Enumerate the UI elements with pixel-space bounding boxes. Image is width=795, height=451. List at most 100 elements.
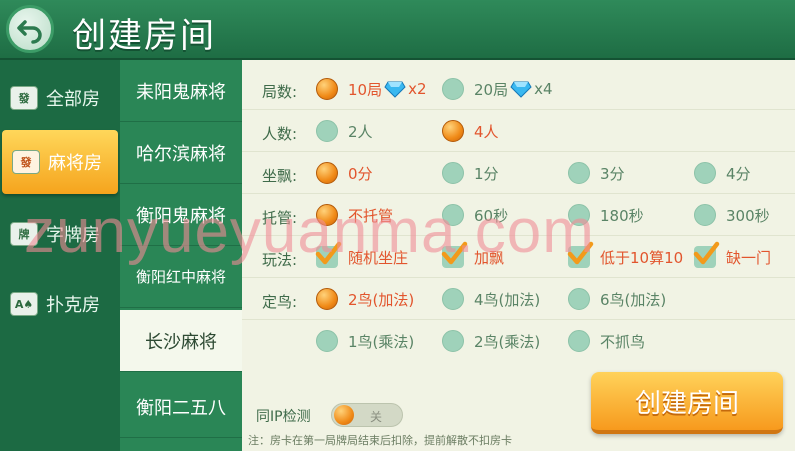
category-label: 全部房 xyxy=(46,89,100,110)
category-label: 字牌房 xyxy=(46,225,100,246)
row-label: 玩法: xyxy=(262,251,298,269)
footnote: 注：房卡在第一局牌局结束后扣除，提前解散不扣房卡 xyxy=(248,434,512,447)
option-label: 6鸟(加法) xyxy=(600,290,667,309)
category-poker[interactable]: A♠ 扑克房 xyxy=(0,272,120,336)
radio-unselected[interactable] xyxy=(568,288,590,310)
radio-selected[interactable] xyxy=(316,162,338,184)
game-item[interactable]: 哈尔滨麻将 xyxy=(120,122,242,184)
birds-option-2-mul[interactable]: 2鸟(乘法) xyxy=(442,330,540,352)
radio-unselected[interactable] xyxy=(568,204,590,226)
game-list: 耒阳鬼麻将 哈尔滨麻将 衡阳鬼麻将 衡阳红中麻将 长沙麻将 衡阳二五八 xyxy=(120,60,242,451)
option-label: 1鸟(乘法) xyxy=(348,332,415,351)
option-label: 随机坐庄 xyxy=(348,248,409,267)
piao-option-1[interactable]: 1分 xyxy=(442,162,499,184)
checkbox-checked[interactable] xyxy=(567,241,594,268)
rounds-row: 局数: 10局 x2 20局 x4 xyxy=(242,70,795,110)
option-label: 2人 xyxy=(348,122,373,141)
back-button[interactable] xyxy=(6,5,54,53)
players-option-4[interactable]: 4人 xyxy=(442,120,499,142)
radio-unselected[interactable] xyxy=(442,162,464,184)
radio-selected[interactable] xyxy=(316,78,338,100)
option-label: 3分 xyxy=(600,164,625,183)
piao-option-0[interactable]: 0分 xyxy=(316,162,373,184)
birds-option-6-add[interactable]: 6鸟(加法) xyxy=(568,288,666,310)
players-option-2[interactable]: 2人 xyxy=(316,120,373,142)
category-all[interactable]: 發 全部房 xyxy=(0,66,120,130)
piao-option-4[interactable]: 4分 xyxy=(694,162,751,184)
rule-random-banker[interactable]: 随机坐庄 xyxy=(315,241,409,268)
rule-min-ten[interactable]: 低于10算10 xyxy=(567,241,684,268)
option-label: 加飘 xyxy=(474,248,505,267)
piao-row: 坐飘: 0分 1分 3分 4分 xyxy=(242,154,795,194)
game-item-selected[interactable]: 长沙麻将 xyxy=(120,310,242,372)
option-label: 低于10算10 xyxy=(600,248,684,267)
page-title: 创建房间 xyxy=(72,16,216,56)
row-label: 定鸟: xyxy=(262,293,298,311)
birds-option-4-add[interactable]: 4鸟(加法) xyxy=(442,288,540,310)
option-label: 4鸟(加法) xyxy=(474,290,541,309)
radio-selected[interactable] xyxy=(316,288,338,310)
checkbox-checked[interactable] xyxy=(315,241,342,268)
option-label: 60秒 xyxy=(474,206,509,225)
radio-unselected[interactable] xyxy=(442,330,464,352)
radio-unselected[interactable] xyxy=(442,204,464,226)
diamond-icon xyxy=(384,81,406,98)
option-label: 20局 xyxy=(474,80,509,99)
row-label: 人数: xyxy=(262,125,298,143)
checkbox-checked[interactable] xyxy=(441,241,468,268)
game-item[interactable]: 耒阳鬼麻将 xyxy=(120,60,242,122)
category-label: 扑克房 xyxy=(46,295,100,316)
piao-option-3[interactable]: 3分 xyxy=(568,162,625,184)
option-label: 2鸟(乘法) xyxy=(474,332,541,351)
radio-unselected[interactable] xyxy=(568,162,590,184)
game-item[interactable]: 衡阳鬼麻将 xyxy=(120,184,242,246)
category-zipai[interactable]: 牌 字牌房 xyxy=(0,202,120,266)
radio-unselected[interactable] xyxy=(442,78,464,100)
game-item[interactable]: 衡阳红中麻将 xyxy=(120,246,242,308)
rounds-option-20[interactable]: 20局 x4 xyxy=(442,78,553,100)
option-label: 2鸟(加法) xyxy=(348,290,415,309)
radio-unselected[interactable] xyxy=(694,162,716,184)
create-room-button[interactable]: 创建房间 xyxy=(591,372,783,434)
checkbox-checked[interactable] xyxy=(693,241,720,268)
category-label: 麻将房 xyxy=(48,153,102,174)
radio-unselected[interactable] xyxy=(694,204,716,226)
multiplier-label: x2 xyxy=(408,80,427,98)
toggle-state: 关 xyxy=(370,410,383,424)
radio-selected[interactable] xyxy=(316,204,338,226)
rule-add-piao[interactable]: 加飘 xyxy=(441,241,505,268)
radio-selected[interactable] xyxy=(442,120,464,142)
radio-unselected[interactable] xyxy=(568,330,590,352)
mahjong-tile-icon: 發 xyxy=(12,150,40,174)
radio-unselected[interactable] xyxy=(442,288,464,310)
option-label: 4人 xyxy=(474,122,499,141)
option-label: 不抓鸟 xyxy=(600,332,646,351)
game-item[interactable]: 衡阳二五八 xyxy=(120,376,242,438)
multiplier-label: x4 xyxy=(534,80,553,98)
checkmark-icon xyxy=(693,241,720,265)
rounds-option-10[interactable]: 10局 x2 xyxy=(316,78,427,100)
auto-option-300[interactable]: 300秒 xyxy=(694,204,770,226)
auto-row: 托管: 不托管 60秒 180秒 300秒 xyxy=(242,196,795,236)
auto-option-180[interactable]: 180秒 xyxy=(568,204,644,226)
auto-option-60[interactable]: 60秒 xyxy=(442,204,508,226)
auto-option-none[interactable]: 不托管 xyxy=(316,204,393,226)
option-label: 10局 xyxy=(348,80,383,99)
row-label: 局数: xyxy=(262,83,298,101)
radio-unselected[interactable] xyxy=(316,330,338,352)
ip-check-toggle[interactable]: 关 xyxy=(331,403,403,427)
birds-option-1-mul[interactable]: 1鸟(乘法) xyxy=(316,330,414,352)
birds-row-2: 1鸟(乘法) 2鸟(乘法) 不抓鸟 xyxy=(242,322,795,362)
birds-option-2-add[interactable]: 2鸟(加法) xyxy=(316,288,414,310)
row-label: 托管: xyxy=(262,209,298,227)
players-row: 人数: 2人 4人 xyxy=(242,112,795,152)
options-panel: 局数: 10局 x2 20局 x4 人数: 2人 4人 坐飘: 0分 1分 3分… xyxy=(242,60,795,451)
rules-row: 玩法: 随机坐庄 加飘 低于10算10 缺一门 xyxy=(242,238,795,278)
radio-unselected[interactable] xyxy=(316,120,338,142)
row-label: 坐飘: xyxy=(262,167,298,185)
diamond-icon xyxy=(510,81,532,98)
category-mahjong[interactable]: 發 麻将房 xyxy=(2,130,118,194)
back-arrow-icon xyxy=(17,20,42,44)
rule-missing-suit[interactable]: 缺一门 xyxy=(693,241,771,268)
birds-option-none[interactable]: 不抓鸟 xyxy=(568,330,645,352)
